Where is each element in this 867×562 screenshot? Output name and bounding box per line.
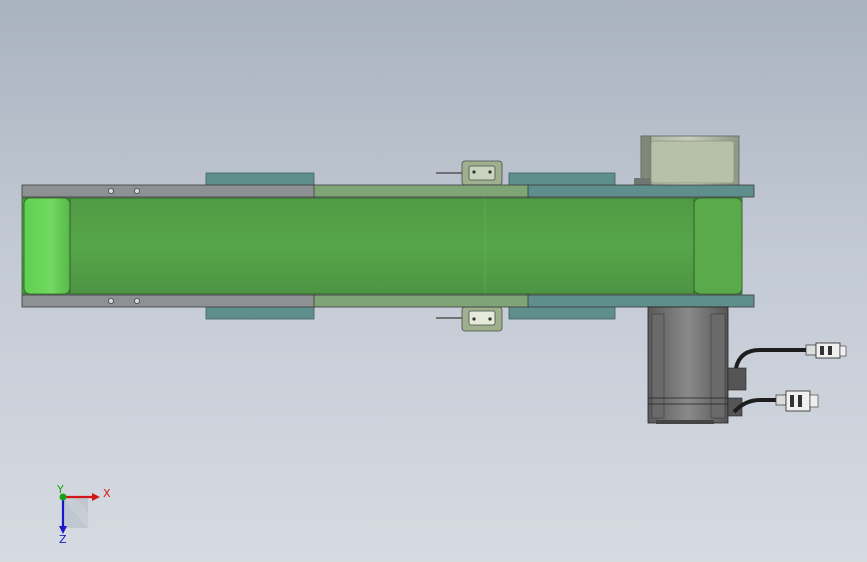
frame-rail-top bbox=[21, 184, 755, 198]
side-plate-top-left bbox=[205, 172, 315, 187]
side-plate-bottom-left bbox=[205, 305, 315, 320]
side-plate-top-right bbox=[508, 172, 616, 187]
side-plate-bottom-right bbox=[508, 305, 616, 320]
frame-rail-bottom bbox=[21, 294, 755, 308]
z-axis-label: Z bbox=[59, 533, 67, 546]
motor-cable-upper bbox=[734, 342, 847, 369]
sensor-bracket-bottom bbox=[436, 306, 503, 332]
coordinate-triad: X Y Z bbox=[56, 483, 111, 546]
sensor-bracket-top bbox=[436, 160, 503, 186]
y-axis-label: Y bbox=[56, 483, 64, 496]
conveyor-belt bbox=[21, 197, 743, 295]
conveyor-model-view[interactable]: X Y Z bbox=[0, 0, 867, 562]
motor-cable-lower bbox=[732, 390, 819, 414]
motor-gear-housing bbox=[634, 135, 740, 187]
servo-motor-body bbox=[647, 306, 747, 424]
x-axis-label: X bbox=[103, 487, 111, 500]
cad-viewport[interactable]: X Y Z bbox=[0, 0, 867, 562]
